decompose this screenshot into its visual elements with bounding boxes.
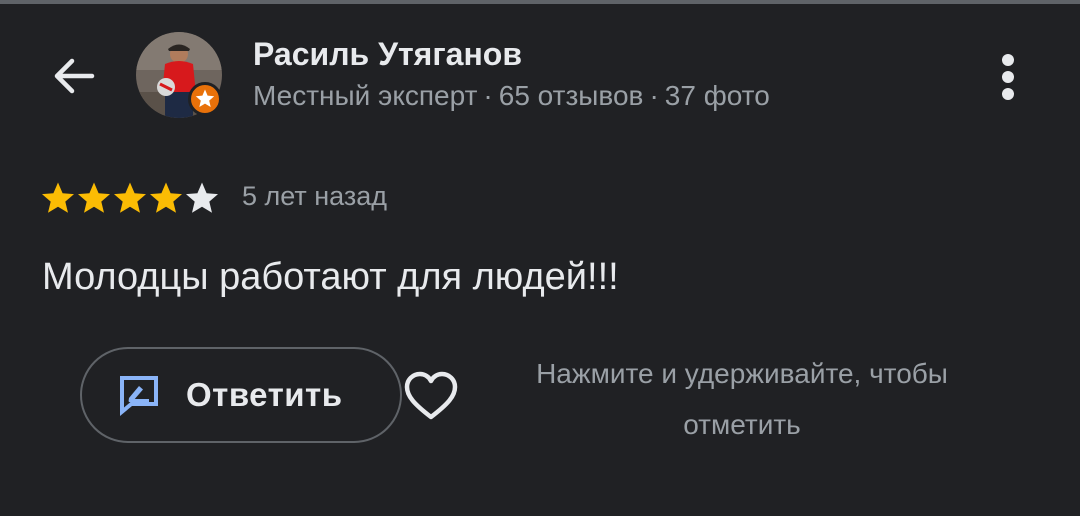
star-rating — [40, 180, 220, 216]
photos-count: 37 фото — [664, 80, 770, 111]
reviews-count: 65 отзывов — [498, 80, 644, 111]
star-filled-icon — [42, 182, 74, 213]
heart-outline-icon — [404, 371, 458, 420]
more-vertical-icon — [1002, 54, 1014, 100]
reply-label: Ответить — [186, 376, 343, 413]
back-button[interactable] — [44, 46, 104, 106]
star-empty-icon — [186, 182, 218, 213]
local-guide-star-icon — [188, 82, 222, 116]
star-filled-icon — [78, 182, 110, 213]
like-hint: Нажмите и удерживайте, чтобы отметить — [536, 358, 948, 440]
author-avatar-container[interactable] — [136, 32, 222, 118]
arrow-left-icon — [54, 58, 95, 94]
meta-separator: · — [649, 80, 659, 111]
author-meta: Местный эксперт · 65 отзывов · 37 фото — [253, 80, 770, 112]
author-name[interactable]: Расиль Утяганов — [253, 36, 522, 73]
reply-edit-icon — [120, 376, 158, 416]
star-filled-icon — [150, 182, 182, 213]
author-level: Местный эксперт — [253, 80, 478, 111]
more-options-button[interactable] — [986, 50, 1030, 104]
meta-separator: · — [483, 80, 493, 111]
review-text: Молодцы работают для людей!!! — [42, 256, 619, 298]
review-time: 5 лет назад — [242, 181, 388, 211]
local-guide-badge — [188, 82, 222, 116]
star-filled-icon — [114, 182, 146, 213]
reply-button[interactable]: Ответить — [80, 347, 402, 443]
top-divider — [0, 0, 1080, 4]
like-button[interactable] — [402, 368, 460, 426]
